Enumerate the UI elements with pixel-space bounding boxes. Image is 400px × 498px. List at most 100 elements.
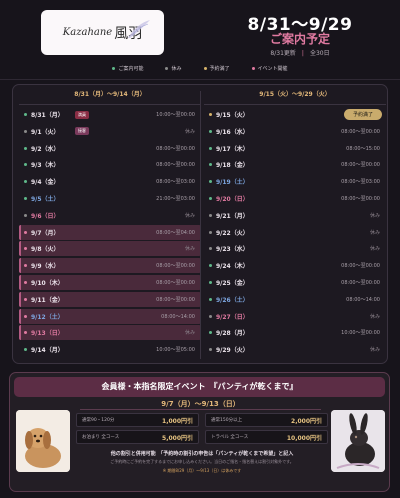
schedule-hours: 休み [184,212,195,219]
schedule-row[interactable]: 8/31（月） 満員 10:00〜翌00:00 [19,107,201,122]
price-table: 通常90・120分 1,000円引 通常150分以上 2,000円引 お泊まり 全コース… [76,413,328,447]
status-dot-icon [209,264,212,268]
update-meta: 8/31更新 | 全30日 [270,50,330,57]
schedule-row[interactable]: 9/25（金） 08:00〜翌00:00 [204,275,386,290]
dog-photo [16,410,70,472]
schedule-row[interactable]: 9/6（日） 休み [19,208,201,223]
schedule-row[interactable]: 9/28（月） 10:00〜翌00:00 [204,325,386,340]
schedule-date: 9/15（火） [216,112,249,119]
legend-item: ご案内可能 [112,65,143,72]
status-dot-icon [24,113,27,116]
status-dot-icon [209,213,212,217]
status-dot-icon [24,247,27,251]
schedule-date: 9/4（金） [31,179,60,187]
schedule-date: 9/17（木） [216,145,249,153]
schedule-row[interactable]: 9/4（金） 08:00〜翌03:00 [19,174,201,189]
dog-icon [16,410,70,472]
schedule-row[interactable]: 9/8（火） 休み [19,241,201,257]
schedule-date: 9/11（金） [31,296,64,304]
schedule-row[interactable]: 9/1（火） 接客 休み [19,124,201,139]
schedule-row[interactable]: 9/26（土） 08:00〜14:00 [204,292,386,307]
schedule-row[interactable]: 9/14（月） 10:00〜翌05:00 [19,342,201,357]
schedule-hours: 08:00〜翌04:00 [156,229,195,236]
schedule-row[interactable]: 9/2（水） 08:00〜翌00:00 [19,141,201,156]
schedule-hours: 休み [369,246,380,253]
column-header-left: 8/31（月）〜9/14（月） [19,85,201,105]
schedule-row[interactable]: 9/5（土） 21:00〜翌03:00 [19,191,201,206]
schedule-date: 9/16（水） [216,128,249,136]
status-dot-icon [24,196,27,200]
schedule-row[interactable]: 9/11（金） 08:00〜翌00:00 [19,291,201,307]
legend-label: イベント開催 [257,66,288,72]
feather-icon [128,20,150,38]
schedule-hours: 08:00〜翌03:00 [156,179,195,186]
schedule-row[interactable]: 9/12（土） 08:00〜14:00 [19,308,201,324]
status-dot-icon [209,314,212,318]
schedule-hours: 08:00〜翌00:00 [341,263,380,270]
schedule-row[interactable]: 9/13（日） 休み [19,325,201,341]
schedule-row[interactable]: 9/20（日） 08:00〜翌00:00 [204,191,386,206]
status-dot-icon [24,180,27,184]
schedule-hours: 08:00〜翌00:00 [156,263,195,270]
event-promo: 会員様・本指名限定イベント 『パンティが乾くまで』 9/7（月）〜9/13（日）… [9,372,390,492]
legend-item: 休み [165,65,182,72]
schedule-row[interactable]: 9/19（土） 08:00〜翌03:00 [204,174,386,189]
status-dot-icon [209,280,212,284]
schedule-date: 9/19（土） [216,179,249,187]
schedule-hours: 休み [369,229,380,236]
schedule-row[interactable]: 9/18（金） 08:00〜翌00:00 [204,157,386,172]
schedule-date: 9/5（土） [31,195,60,203]
price-label: 通常150分以上 [211,418,243,423]
legend-dot-icon [165,67,169,70]
fully-booked-pill: 予約満了 [343,109,382,120]
schedule-row[interactable]: 9/21（月） 休み [204,208,386,223]
schedule-hours: 10:00〜翌05:00 [156,347,195,354]
schedule-date: 9/14（月） [31,347,64,355]
status-dot-icon [209,113,212,116]
price-cell: 通常90・120分 1,000円引 [76,413,199,427]
schedule-panel: 8/31（月）〜9/14（月） 8/31（月） 満員 10:00〜翌00:00 9/1… [12,84,388,364]
column-divider [200,91,201,359]
schedule-row[interactable]: 9/9（水） 08:00〜翌00:00 [19,258,201,274]
schedule-row[interactable]: 9/17（木） 08:00〜15:00 [204,141,386,156]
schedule-date: 9/13（日） [31,330,64,338]
schedule-row[interactable]: 9/24（木） 08:00〜翌00:00 [204,258,386,273]
price-value: 10,000円引 [286,434,322,442]
legend-dot-icon [203,67,207,70]
status-dot-icon [24,348,27,352]
status-dot-icon [209,180,212,184]
status-dot-icon [24,213,27,217]
schedule-date: 9/9（水） [31,263,60,271]
status-dot-icon [24,280,27,284]
status-dot-icon [209,129,212,133]
schedule-hours: 08:00〜翌03:00 [341,179,380,186]
schedule-date: 9/26（土） [216,296,249,304]
schedule-row[interactable]: 9/27（日） 休み [204,309,386,324]
schedule-hours: 08:00〜14:00 [161,313,195,320]
price-label: お泊まり 全コース [82,435,120,440]
schedule-row[interactable]: 9/22（火） 休み [204,225,386,240]
schedule-row[interactable]: 9/15（火） 予約満了 [204,107,386,122]
schedule-date: 9/6（日） [31,212,60,220]
schedule-hours: 08:00〜15:00 [346,145,380,152]
schedule-row[interactable]: 9/16（水） 08:00〜翌00:00 [204,124,386,139]
schedule-hours: 10:00〜翌00:00 [156,112,195,118]
schedule-date: 9/1（火） [31,128,60,136]
status-dot-icon [209,163,212,167]
booking-note: ご予約時にご予約を完了するまでにお申し込みください。当日のご指名・指名替えは割引… [110,459,294,464]
period-note: ※ 期間8/29（月）〜9/13（日）は休みです [162,468,242,473]
schedule-row[interactable]: 9/23（水） 休み [204,241,386,256]
schedule-hours: 08:00〜翌00:00 [341,128,380,135]
schedule-row[interactable]: 9/29（火） 休み [204,342,386,357]
schedule-date: 9/18（金） [216,162,249,170]
schedule-row[interactable]: 9/3（木） 08:00〜翌00:00 [19,157,201,172]
status-dot-icon [24,297,27,301]
schedule-row[interactable]: 9/10（木） 08:00〜翌00:00 [19,274,201,290]
status-dot-icon [209,348,212,352]
brand-logo: Kazahane 風羽 [41,10,164,55]
schedule-row[interactable]: 9/7（月） 08:00〜翌04:00 [19,224,201,240]
status-dot-icon [24,314,27,318]
schedule-hours: 休み [184,128,195,135]
legend-item: イベント開催 [251,65,288,72]
schedule-hours: 08:00〜翌00:00 [341,195,380,202]
